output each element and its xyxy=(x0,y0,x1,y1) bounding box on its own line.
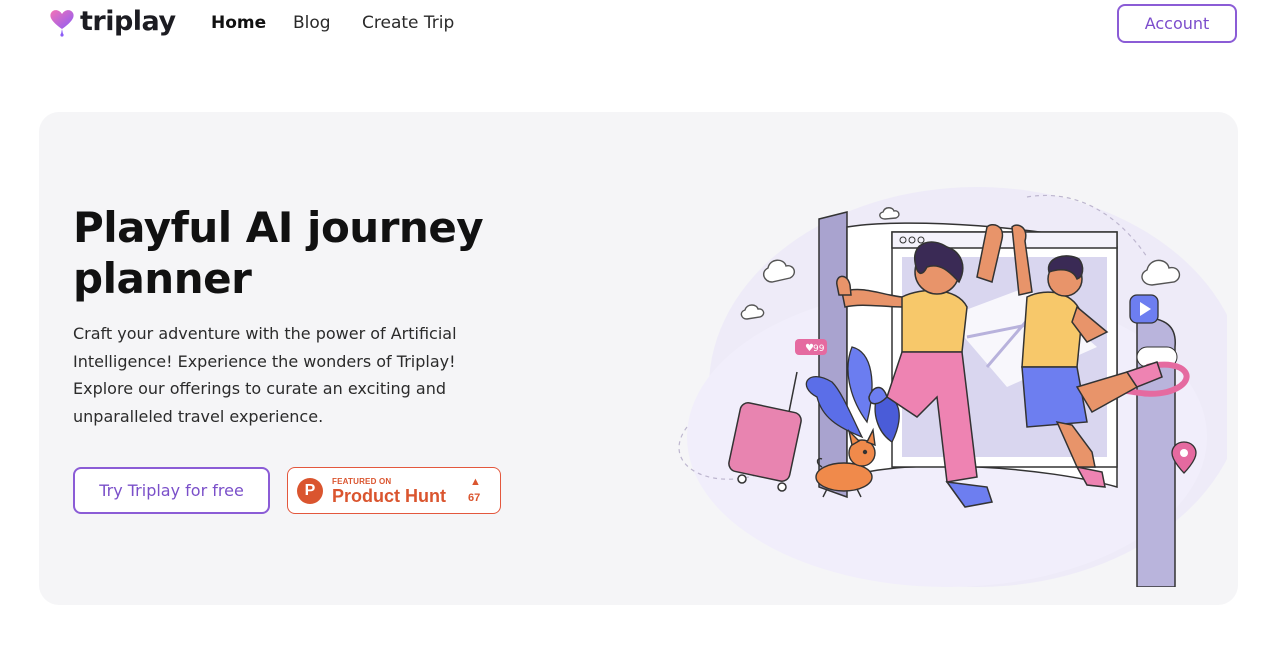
top-navigation: triplay Home Blog Create Trip Account xyxy=(0,0,1280,48)
logo-text: triplay xyxy=(80,6,176,37)
product-hunt-logo-icon: P xyxy=(297,478,323,504)
product-hunt-featured-label: FEATURED ON xyxy=(332,477,392,486)
hero-description: Craft your adventure with the power of A… xyxy=(73,324,457,426)
like-count: 99 xyxy=(813,344,825,354)
logo[interactable]: triplay xyxy=(48,6,176,37)
upvote-arrow-icon: ▲ xyxy=(470,476,481,488)
hero-section: Playful AI journey planner Craft your ad… xyxy=(39,112,1238,605)
nav-link-blog[interactable]: Blog xyxy=(293,13,331,33)
product-hunt-badge[interactable]: P FEATURED ON Product Hunt ▲ 67 xyxy=(287,467,501,514)
hero-title: Playful AI journey planner xyxy=(73,203,484,303)
account-button[interactable]: Account xyxy=(1117,4,1237,43)
travel-illustration: ♥ 99 xyxy=(678,187,1227,587)
try-triplay-button[interactable]: Try Triplay for free xyxy=(73,467,270,514)
balloon-heart-icon xyxy=(50,9,74,37)
product-hunt-upvote-count: 67 xyxy=(468,492,481,504)
nav-link-home[interactable]: Home xyxy=(211,13,266,33)
product-hunt-title: Product Hunt xyxy=(332,486,446,506)
nav-link-create-trip[interactable]: Create Trip xyxy=(362,13,454,33)
